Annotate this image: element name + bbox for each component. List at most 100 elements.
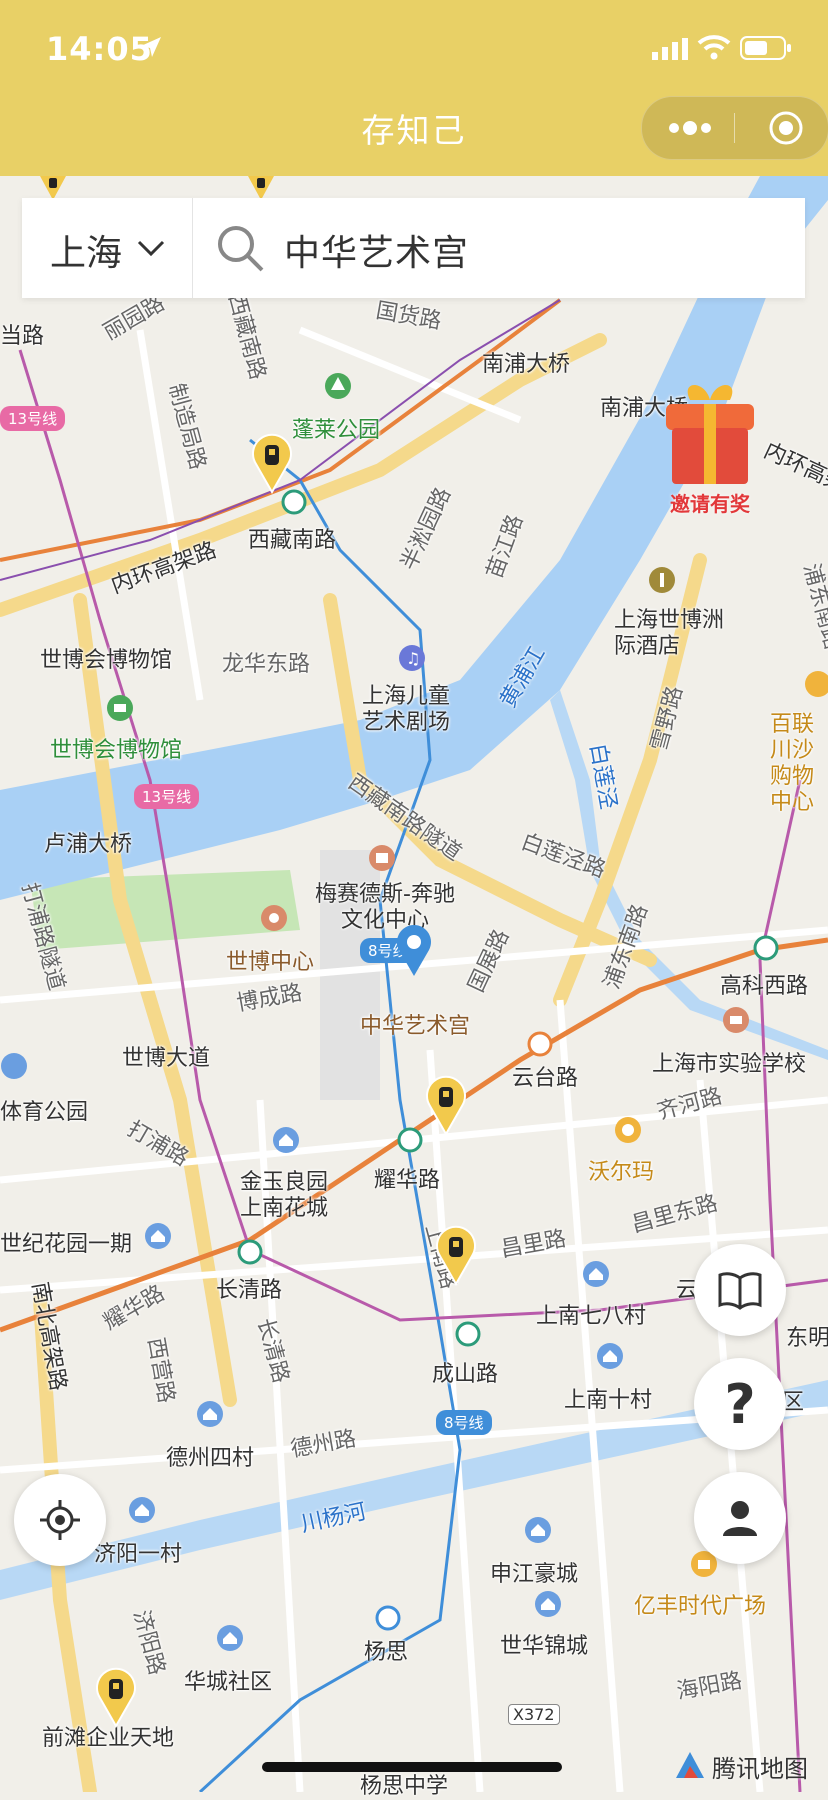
location-arrow-icon	[138, 34, 164, 64]
map-label: 德州四村	[166, 1446, 255, 1471]
metro-line-badge: 13号线	[134, 784, 200, 809]
residential-icon	[217, 1625, 243, 1651]
capsule-divider	[734, 113, 735, 143]
signal-icon	[652, 38, 688, 64]
map-label: 杨思中学	[360, 1774, 449, 1799]
status-time: 14:05	[46, 30, 153, 68]
map-label: 百联川沙购物中心	[770, 712, 815, 815]
chevron-down-icon	[136, 238, 166, 262]
map-label: 体育公园	[0, 1100, 89, 1125]
map-label: 西藏南路	[248, 528, 337, 553]
map-label: 申江豪城	[490, 1562, 579, 1587]
search-input[interactable]: 中华艺术宫	[284, 224, 469, 276]
gift-icon	[666, 385, 754, 484]
map-label: 上海世博洲际酒店	[614, 608, 725, 659]
shopping-icon	[615, 1117, 641, 1143]
map-label: 南浦大桥	[482, 352, 571, 377]
search-bar: 上海 中华艺术宫	[22, 198, 805, 298]
map-label: 世博会博物馆	[40, 648, 173, 673]
map-label: 东明	[786, 1326, 828, 1351]
map-label: 上海儿童艺术剧场	[362, 684, 451, 735]
map-label: 世博会博物馆	[50, 738, 183, 763]
map-label: 中华艺术宫	[360, 1014, 471, 1039]
map-label: 蓬莱公园	[292, 418, 381, 443]
map-label: 杨思	[364, 1640, 409, 1665]
map-label: 卢浦大桥	[44, 832, 133, 857]
locker-pin-icon[interactable]	[94, 1666, 138, 1728]
city-label: 上海	[50, 233, 123, 274]
metro-station-icon	[397, 1127, 423, 1153]
locker-pin-icon[interactable]	[250, 432, 294, 494]
locker-pin-icon[interactable]	[434, 1224, 478, 1286]
user-icon	[723, 1501, 757, 1536]
map-attribution: 腾讯地图	[672, 1748, 808, 1784]
hotel-icon	[649, 567, 675, 593]
map-label: 华城社区	[184, 1670, 273, 1695]
map-label: 世纪花园一期	[0, 1232, 133, 1257]
attribution-text: 腾讯地图	[712, 1754, 808, 1783]
metro-station-icon	[375, 1605, 401, 1631]
map-label: 云台路	[512, 1066, 579, 1091]
residential-icon	[597, 1343, 623, 1369]
help-icon: ?	[724, 1372, 756, 1436]
wifi-icon	[697, 34, 731, 64]
battery-icon	[740, 36, 792, 64]
residential-icon	[273, 1127, 299, 1153]
invite-reward-promo[interactable]: 邀请有奖	[630, 360, 790, 520]
map-label: 上南七八村	[536, 1304, 647, 1329]
city-selector[interactable]: 上海	[22, 198, 192, 298]
close-miniprogram-icon[interactable]	[768, 110, 804, 150]
map-label: 济阳一村	[94, 1542, 183, 1567]
metro-line-badge: 13号线	[0, 406, 66, 431]
locate-button[interactable]	[14, 1474, 106, 1566]
residential-icon	[1, 1053, 27, 1079]
park-icon	[325, 373, 351, 399]
title-bar: 14:05 存知己	[0, 0, 828, 176]
residential-icon	[583, 1261, 609, 1287]
map-label: 耀华路	[374, 1168, 441, 1193]
park-icon	[107, 695, 133, 721]
map-label: 上南花城	[240, 1196, 329, 1221]
promo-label: 邀请有奖	[670, 492, 750, 516]
locker-pin-icon[interactable]	[424, 1074, 468, 1136]
map-label: 上南十村	[564, 1388, 653, 1413]
tencent-map-logo-icon	[676, 1752, 704, 1778]
book-icon	[718, 1272, 762, 1310]
shopping-icon	[805, 671, 828, 697]
theatre-icon: ♫	[399, 645, 425, 671]
metro-station-icon	[237, 1239, 263, 1265]
metro-station-icon	[455, 1321, 481, 1347]
poi-icon	[369, 845, 395, 871]
miniprogram-capsule	[641, 96, 828, 160]
map-label: 亿丰时代广场	[634, 1594, 767, 1619]
map-label: 当路	[0, 324, 45, 349]
profile-button[interactable]	[694, 1472, 786, 1564]
residential-icon	[197, 1401, 223, 1427]
residential-icon	[535, 1591, 561, 1617]
map-label: 梅赛德斯-奔驰文化中心	[315, 882, 455, 933]
map-label: 世博大道	[122, 1046, 211, 1071]
poi-icon	[261, 905, 287, 931]
svg-text:♫: ♫	[406, 649, 420, 668]
guide-button[interactable]	[694, 1244, 786, 1336]
residential-icon	[129, 1497, 155, 1523]
map-label: 沃尔玛	[588, 1160, 655, 1185]
map-label: X372	[508, 1704, 560, 1725]
locate-icon	[40, 1500, 80, 1540]
map-label: 成山路	[432, 1362, 499, 1387]
residential-icon	[525, 1517, 551, 1543]
map-label: 上海市实验学校	[652, 1052, 807, 1077]
help-button[interactable]: ?	[694, 1358, 786, 1450]
map-label: 世华锦城	[500, 1634, 589, 1659]
metro-line-badge: 8号线	[436, 1410, 492, 1435]
more-icon[interactable]	[662, 115, 718, 141]
home-indicator	[262, 1762, 562, 1772]
metro-station-icon	[527, 1031, 553, 1057]
metro-station-icon	[753, 935, 779, 961]
map-label: 长清路	[216, 1278, 283, 1303]
map-label: 高科西路	[720, 974, 809, 999]
search-divider	[192, 198, 193, 298]
residential-icon	[145, 1223, 171, 1249]
map-label: 龙华东路	[222, 652, 311, 677]
selected-location-pin[interactable]	[394, 922, 434, 978]
